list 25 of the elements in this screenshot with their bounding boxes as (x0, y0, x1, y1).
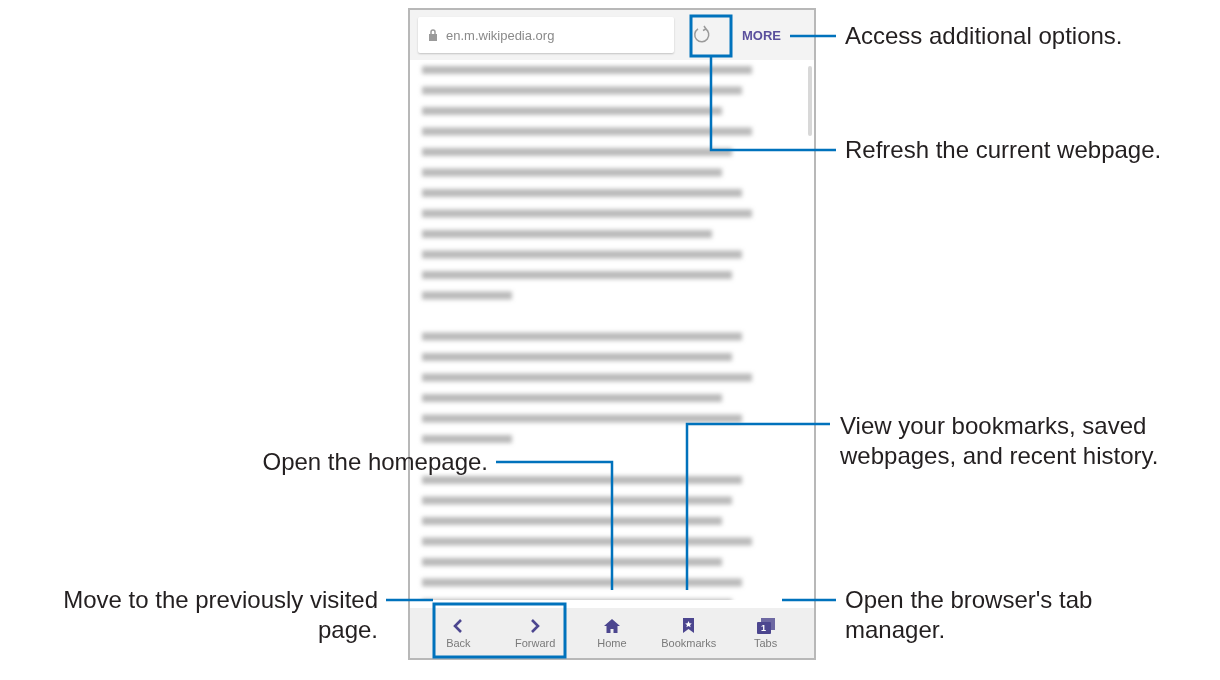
chevron-right-icon (529, 617, 542, 634)
callout-text: Move to the previously visited page. (63, 585, 378, 645)
bookmarks-button[interactable]: Bookmarks (650, 608, 728, 658)
forward-button[interactable]: Forward (496, 608, 574, 658)
scrollbar (808, 66, 812, 136)
back-button[interactable]: Back (420, 608, 497, 658)
url-text: en.m.wikipedia.org (446, 27, 555, 43)
callout-text: Open the homepage. (262, 447, 488, 477)
callout-text: Access additional options. (845, 21, 1123, 51)
leader-line (790, 34, 836, 38)
chevron-left-icon (452, 617, 465, 634)
tabs-button[interactable]: 1 Tabs (727, 608, 804, 658)
home-button[interactable]: Home (573, 608, 651, 658)
callout-text: Open the browser's tab manager. (845, 585, 1093, 645)
highlight-frame (689, 14, 733, 58)
home-icon (603, 617, 621, 634)
bookmark-icon (682, 617, 696, 634)
url-field[interactable]: en.m.wikipedia.org (418, 17, 674, 53)
more-button[interactable]: MORE (736, 27, 787, 43)
leader-line (782, 598, 836, 602)
callout-text: View your bookmarks, saved webpages, and recent history. (840, 411, 1159, 471)
leader-line (386, 598, 433, 602)
refresh-icon (692, 25, 712, 45)
callout-text: Refresh the current webpage. (845, 135, 1162, 165)
lock-icon (428, 29, 438, 41)
